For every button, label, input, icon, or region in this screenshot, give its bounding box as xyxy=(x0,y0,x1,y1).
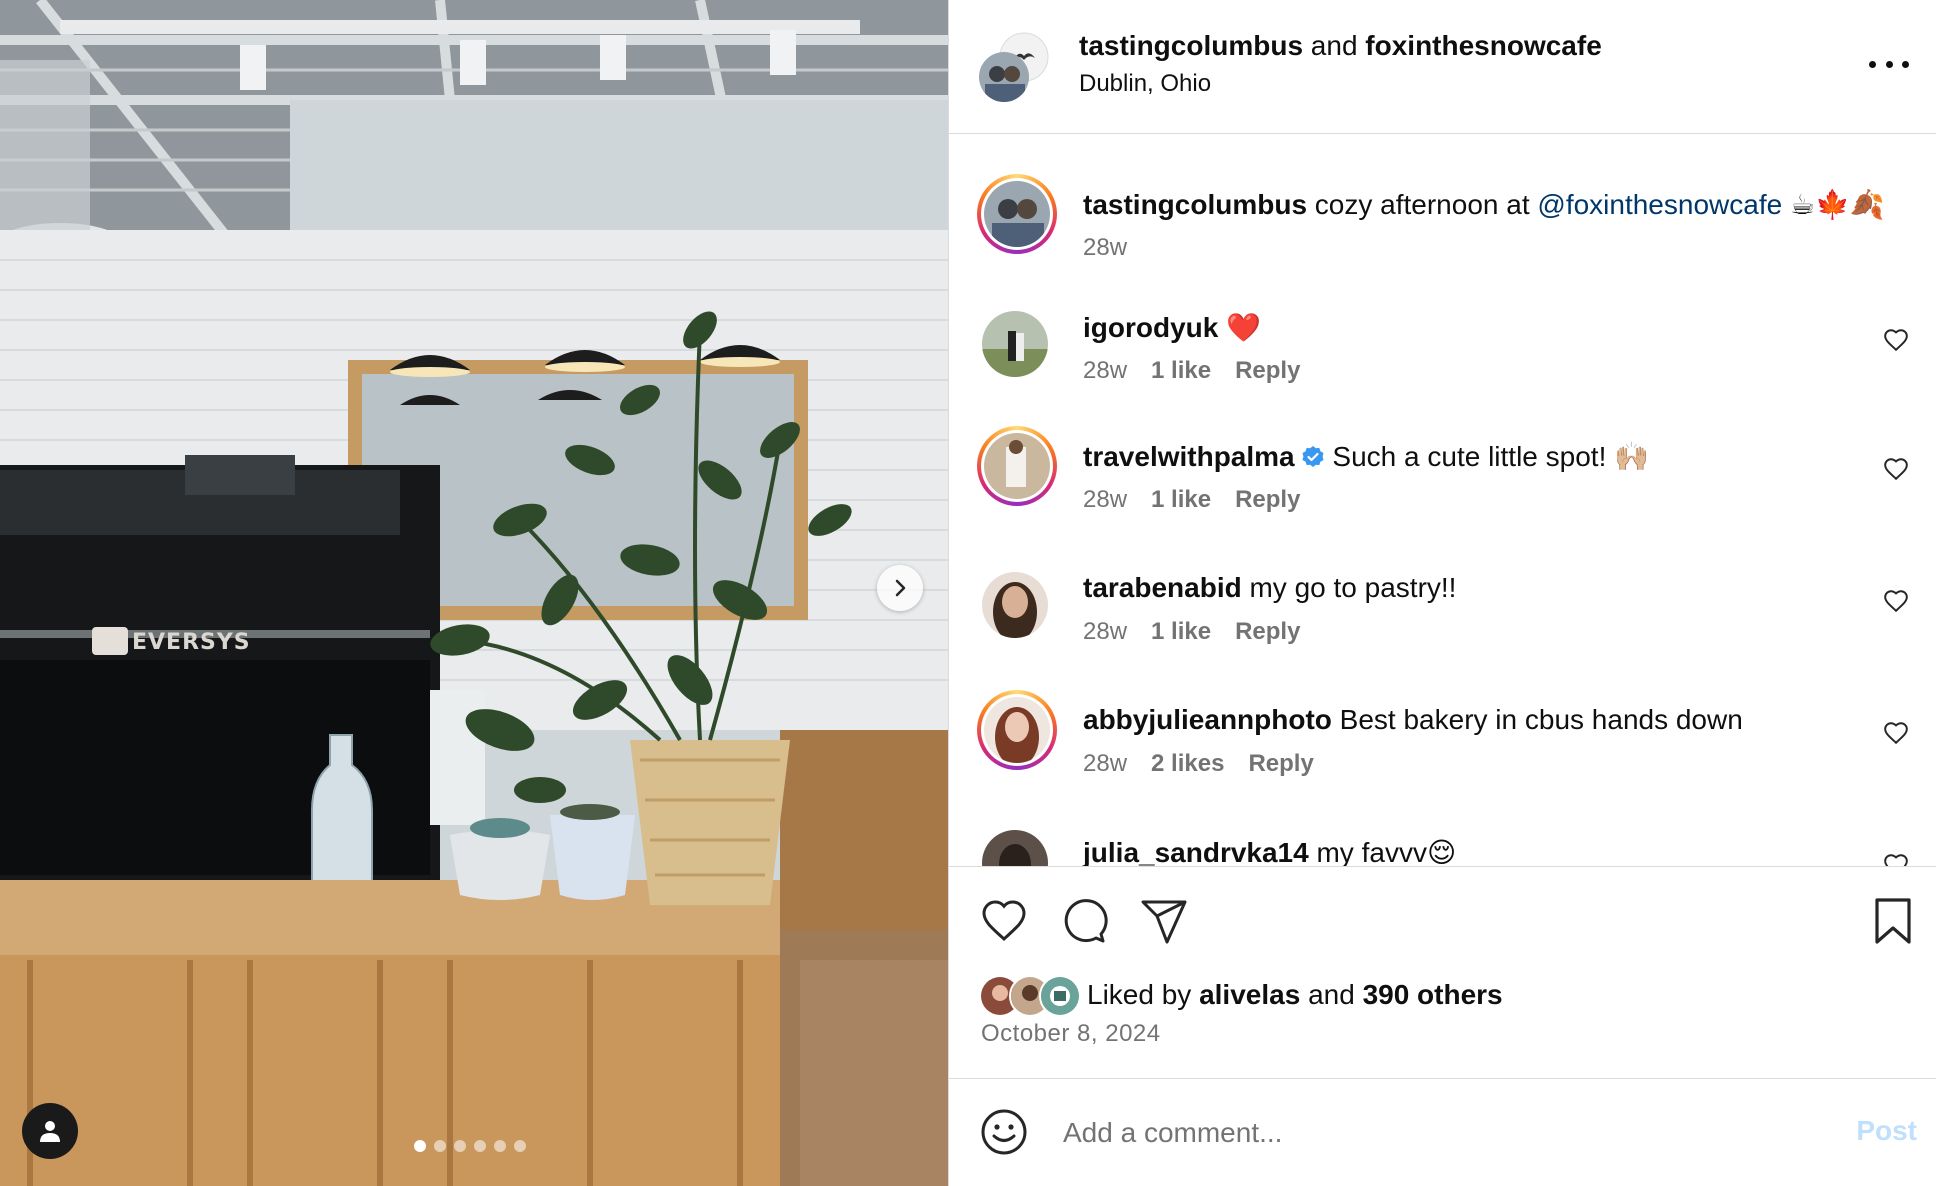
liker-avatars[interactable] xyxy=(979,975,1081,1017)
bookmark-save-icon[interactable] xyxy=(1871,896,1915,946)
post-date[interactable]: October 8, 2024 xyxy=(981,1020,1161,1048)
comment-meta: 28w 1 like Reply xyxy=(1083,618,1300,646)
post-photo[interactable]: EVERSYS xyxy=(0,0,948,1186)
dot-icon xyxy=(1902,60,1909,68)
liker-avatar xyxy=(1039,975,1081,1017)
comment-username[interactable]: tarabenabid xyxy=(1083,572,1242,603)
comment-time[interactable]: 28w xyxy=(1083,750,1127,778)
likes-prefix: Liked by xyxy=(1087,979,1192,1010)
comment-time[interactable]: 28w xyxy=(1083,357,1127,385)
chevron-right-icon xyxy=(895,579,906,597)
comment-body: Best bakery in cbus hands down xyxy=(1339,704,1743,735)
carousel-dot xyxy=(414,1140,426,1152)
comment-reply-button[interactable]: Reply xyxy=(1235,486,1300,514)
dot-icon xyxy=(1885,60,1893,68)
carousel-dot xyxy=(474,1140,486,1152)
add-comment-input[interactable] xyxy=(1061,1109,1765,1157)
commenter-avatar[interactable] xyxy=(982,572,1048,638)
carousel-dot xyxy=(514,1140,526,1152)
comment-likes[interactable]: 2 likes xyxy=(1151,750,1224,778)
caption-text: tastingcolumbus cozy afternoon at @foxin… xyxy=(1083,188,1885,221)
comment-likes[interactable]: 1 like xyxy=(1151,618,1211,646)
cafe-photo-image: EVERSYS xyxy=(0,0,948,1186)
comment-like-heart-icon[interactable] xyxy=(1883,588,1909,614)
caption-time[interactable]: 28w xyxy=(1083,234,1127,262)
carousel-dot xyxy=(454,1140,466,1152)
share-send-icon[interactable] xyxy=(1139,896,1189,946)
comment-likes[interactable]: 1 like xyxy=(1151,486,1211,514)
comment-time[interactable]: 28w xyxy=(1083,618,1127,646)
comment-username[interactable]: abbyjulieannphoto xyxy=(1083,704,1332,735)
comments-list[interactable]: tastingcolumbus cozy afternoon at @foxin… xyxy=(949,134,1936,866)
author-username[interactable]: tastingcolumbus xyxy=(1079,30,1303,61)
author-avatar[interactable] xyxy=(979,52,1029,102)
comment-likes[interactable]: 1 like xyxy=(1151,357,1211,385)
comment-text: abbyjulieannphoto Best bakery in cbus ha… xyxy=(1083,704,1743,736)
user-icon xyxy=(40,1121,60,1142)
liker-username[interactable]: alivelas xyxy=(1199,979,1300,1011)
comment-text: julia_sandrvka14 my favvv😌 xyxy=(1083,836,1456,866)
comment-like-heart-icon[interactable] xyxy=(1883,456,1909,482)
caption-avatar[interactable] xyxy=(977,174,1057,254)
commenter-avatar[interactable] xyxy=(977,690,1057,770)
action-bar xyxy=(949,866,1936,966)
caption-mention-link[interactable]: @foxinthesnowcafe xyxy=(1537,189,1782,220)
comment-meta: 28w 1 like Reply xyxy=(1083,486,1300,514)
emoji-smiley-icon[interactable] xyxy=(979,1107,1029,1157)
verified-badge-icon xyxy=(1302,446,1324,467)
likes-and: and xyxy=(1308,979,1355,1010)
comment-composer: Post xyxy=(949,1078,1936,1186)
likes-summary: Liked by alivelas and 390 others xyxy=(979,975,1503,1017)
caption-emoji: ☕🍁🍂 xyxy=(1789,189,1885,220)
commenter-avatar[interactable] xyxy=(977,426,1057,506)
post-comment-button[interactable]: Post xyxy=(1856,1115,1917,1147)
comment-time[interactable]: 28w xyxy=(1083,486,1127,514)
like-heart-icon[interactable] xyxy=(979,896,1029,946)
dot-icon xyxy=(1869,60,1876,68)
comment-body: my go to pastry!! xyxy=(1249,572,1457,603)
post-header: tastingcolumbus and foxinthesnowcafe Dub… xyxy=(949,0,1936,134)
caption-username[interactable]: tastingcolumbus xyxy=(1083,189,1307,220)
caption-body: cozy afternoon at xyxy=(1314,189,1530,220)
collaborator-username[interactable]: foxinthesnowcafe xyxy=(1365,30,1601,61)
comment-username[interactable]: travelwithpalma xyxy=(1083,441,1295,472)
post-location[interactable]: Dublin, Ohio xyxy=(1079,70,1211,98)
comment-meta: 28w 2 likes Reply xyxy=(1083,750,1314,778)
tagged-users-button[interactable] xyxy=(22,1103,78,1159)
comment-meta: 28w 1 like Reply xyxy=(1083,357,1300,385)
commenter-avatar[interactable] xyxy=(982,311,1048,377)
machine-brand-text: EVERSYS xyxy=(132,630,251,655)
comment-text: tarabenabid my go to pastry!! xyxy=(1083,572,1456,604)
comment-body: ❤️ xyxy=(1226,312,1261,343)
comment-reply-button[interactable]: Reply xyxy=(1235,357,1300,385)
comment-like-heart-icon[interactable] xyxy=(1883,327,1909,353)
commenter-avatar[interactable] xyxy=(982,830,1048,866)
carousel-dot xyxy=(494,1140,506,1152)
likes-others-link[interactable]: 390 others xyxy=(1363,979,1503,1011)
comment-like-heart-icon[interactable] xyxy=(1883,852,1909,866)
carousel-next-button[interactable] xyxy=(877,565,923,611)
comment-text: travelwithpalma Such a cute little spot!… xyxy=(1083,440,1649,473)
post-side-panel: tastingcolumbus and foxinthesnowcafe Dub… xyxy=(948,0,1936,1186)
caption-meta: 28w xyxy=(1083,234,1127,262)
comment-reply-button[interactable]: Reply xyxy=(1248,750,1313,778)
comment-body: my favvv😌 xyxy=(1316,837,1457,866)
carousel-dot xyxy=(434,1140,446,1152)
authors-and-text: and xyxy=(1310,30,1358,61)
comment-bubble-icon[interactable] xyxy=(1059,896,1109,946)
comment-username[interactable]: igorodyuk xyxy=(1083,312,1218,343)
comment-username[interactable]: julia_sandrvka14 xyxy=(1083,837,1309,866)
comment-body: Such a cute little spot! 🙌🏼 xyxy=(1332,441,1649,472)
comment-like-heart-icon[interactable] xyxy=(1883,720,1909,746)
more-options-button[interactable] xyxy=(1869,54,1909,74)
comment-text: igorodyuk ❤️ xyxy=(1083,311,1261,344)
post-authors: tastingcolumbus and foxinthesnowcafe xyxy=(1079,30,1602,62)
comment-reply-button[interactable]: Reply xyxy=(1235,618,1300,646)
carousel-dots xyxy=(414,1140,526,1152)
